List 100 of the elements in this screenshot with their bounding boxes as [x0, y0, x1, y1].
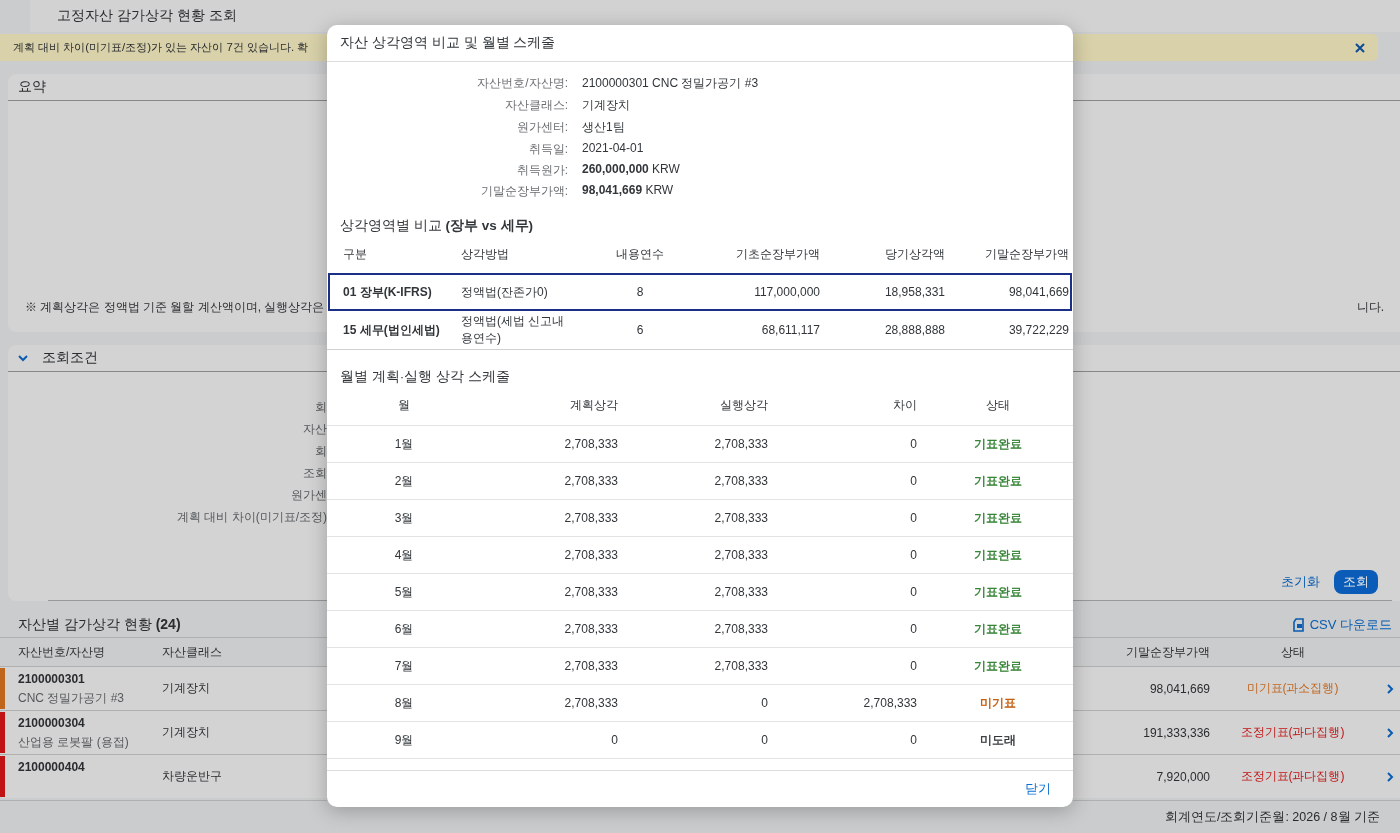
table-cell-text: 2,708,333 — [563, 474, 618, 488]
chevron-icon[interactable] — [1386, 770, 1394, 783]
close-button[interactable]: 닫기 — [1025, 780, 1051, 798]
column-header: 기말순장부가액 — [1125, 643, 1210, 661]
filter-label: 회 — [315, 443, 327, 458]
table-cell-text: 01 장부(K-IFRS) — [343, 283, 433, 301]
table-cell-text: 18,958,331 — [883, 285, 945, 299]
asset-name: 산업용 로봇팔 (용접) — [18, 734, 130, 751]
chevron-icon[interactable] — [1386, 682, 1394, 695]
filter-label: 원가센 — [291, 487, 327, 502]
comparison-row[interactable]: 15 세무(법인세법) 정액법(세법 신고내용연수) 6 68,611,117 28,888,888 39,722,229 — [328, 311, 1072, 349]
column-header: 계획상각 — [569, 397, 618, 414]
table-cell-text: 15 세무(법인세법) — [343, 321, 441, 339]
table-cell-text: 기계장치 — [162, 724, 211, 741]
field-value: 생산1팀 — [582, 119, 626, 136]
field-value: 260,000,000 KRW — [582, 162, 681, 178]
table-cell-text: 68,611,117 — [760, 323, 820, 337]
table-cell-text: 5월 — [393, 583, 415, 601]
table-cell-text: 7,920,000 — [1155, 769, 1210, 784]
column-header: 상태 — [985, 397, 1011, 414]
table-cell-text: 2,708,333 — [713, 659, 768, 673]
status-text: 미기표(과소집행) — [1245, 680, 1340, 697]
note-text: 니다. — [1356, 299, 1384, 316]
status-text: 기표완료 — [973, 435, 1023, 453]
table-cell-text: 0 — [909, 511, 917, 525]
table-cell-text: 117,000,000 — [753, 285, 820, 299]
table-cell-text: 3월 — [393, 509, 415, 527]
asset-name: CNC 정밀가공기 #3 — [18, 690, 125, 707]
dialog-title: 자산 상각영역 비교 및 월별 스케줄 — [340, 34, 556, 52]
field-value: 기계장치 — [582, 97, 631, 114]
field-label: 원가센터: — [515, 119, 568, 135]
field-label: 기말순장부가액: — [479, 183, 568, 199]
table-cell-text: 정액법(잔존가0) — [461, 283, 549, 301]
table-cell-text: 2월 — [393, 472, 415, 490]
asset-number: 2100000304 — [18, 716, 86, 730]
table-cell-text: 2,708,333 — [563, 548, 618, 562]
status-text: 기표완료 — [973, 509, 1023, 527]
filter-label: 회 — [315, 399, 327, 414]
table-cell-text: 0 — [909, 733, 917, 747]
table-cell-text: 정액법(세법 신고내용연수) — [461, 313, 566, 347]
table-cell-text: 0 — [760, 733, 768, 747]
table-cell-text: 0 — [909, 659, 917, 673]
table-cell-text: 0 — [909, 585, 917, 599]
panel-title: 조회조건 — [42, 349, 98, 367]
status-text: 조정기표(과다집행) — [1239, 768, 1346, 785]
table-cell-text: 0 — [610, 733, 618, 747]
table-cell-text: 28,888,888 — [883, 323, 945, 337]
status-text: 기표완료 — [973, 546, 1023, 564]
field-label: 취득원가: — [515, 162, 568, 178]
csv-download-button[interactable]: CSV 다운로드 — [1291, 616, 1392, 634]
table-cell-text: 2,708,333 — [713, 548, 768, 562]
table-cell-text: 0 — [909, 437, 917, 451]
status-text: 기표완료 — [973, 657, 1023, 675]
chevron-icon[interactable] — [1386, 726, 1394, 739]
table-cell-text: 6월 — [393, 620, 415, 638]
table-cell-text: 2,708,333 — [563, 437, 618, 451]
reset-button[interactable]: 초기화 — [1281, 573, 1320, 591]
table-cell-text: 2,708,333 — [563, 622, 618, 636]
table-cell-text: 0 — [909, 474, 917, 488]
column-header: 상태 — [1279, 643, 1306, 661]
status-text: 기표완료 — [973, 472, 1023, 490]
section-title: 월별 계획·실행 상각 스케줄 — [340, 368, 511, 386]
filter-label: 조회 — [303, 465, 327, 480]
table-cell-text: 8 — [635, 285, 645, 299]
comparison-row[interactable]: 01 장부(K-IFRS) 정액법(잔존가0) 8 117,000,000 18,958,331 98,041,669 — [328, 273, 1072, 311]
asset-number: 2100000301 — [18, 672, 86, 686]
field-value: 2100000301 CNC 정밀가공기 #3 — [582, 75, 760, 92]
column-header: 당기상각액 — [884, 245, 945, 263]
table-cell-text: 7월 — [393, 657, 415, 675]
chevron-icon[interactable] — [18, 354, 28, 362]
status-text: 조정기표(과다집행) — [1239, 724, 1346, 741]
field-value: 2021-04-01 — [582, 141, 645, 157]
table-cell-text: 2,708,333 — [563, 511, 618, 525]
table-cell-text: 4월 — [393, 546, 415, 564]
table-cell-text: 6 — [635, 323, 645, 337]
table-cell-text: 2,708,333 — [563, 696, 618, 710]
field-value: 98,041,669 KRW — [582, 183, 675, 199]
search-button[interactable]: 조회 — [1334, 570, 1378, 594]
column-header: 기말순장부가액 — [984, 245, 1069, 263]
table-cell-text: 2,708,333 — [713, 474, 768, 488]
table-cell-text: 2,708,333 — [713, 622, 768, 636]
close-icon[interactable] — [1354, 41, 1366, 54]
column-header: 기초순장부가액 — [735, 245, 820, 263]
table-cell-text: 8월 — [393, 694, 415, 712]
table-cell-text: 기계장치 — [162, 680, 211, 697]
field-label: 자산클래스: — [503, 97, 568, 113]
column-header: 월 — [397, 397, 411, 414]
filter-label: 계획 대비 차이(미기표/조정) — [177, 509, 327, 524]
table-cell-text: 2,708,333 — [713, 437, 768, 451]
column-header: 자산번호/자산명 — [18, 643, 107, 661]
footer-text: 회계연도/조회기준월: 2026 / 8월 기준 — [1164, 808, 1380, 826]
column-header: 자산클래스 — [162, 643, 223, 661]
table-cell-text: 2,708,333 — [563, 585, 618, 599]
table-cell-text: 차량운반구 — [162, 768, 223, 785]
status-text: 미기표 — [979, 694, 1017, 712]
table-cell-text: 0 — [909, 622, 917, 636]
field-label: 자산번호/자산명: — [476, 75, 568, 91]
table-cell-text: 0 — [760, 696, 768, 710]
field-label: 취득일: — [527, 141, 568, 157]
section-title: 상각영역별 비교 (장부 vs 세무) — [340, 217, 535, 235]
